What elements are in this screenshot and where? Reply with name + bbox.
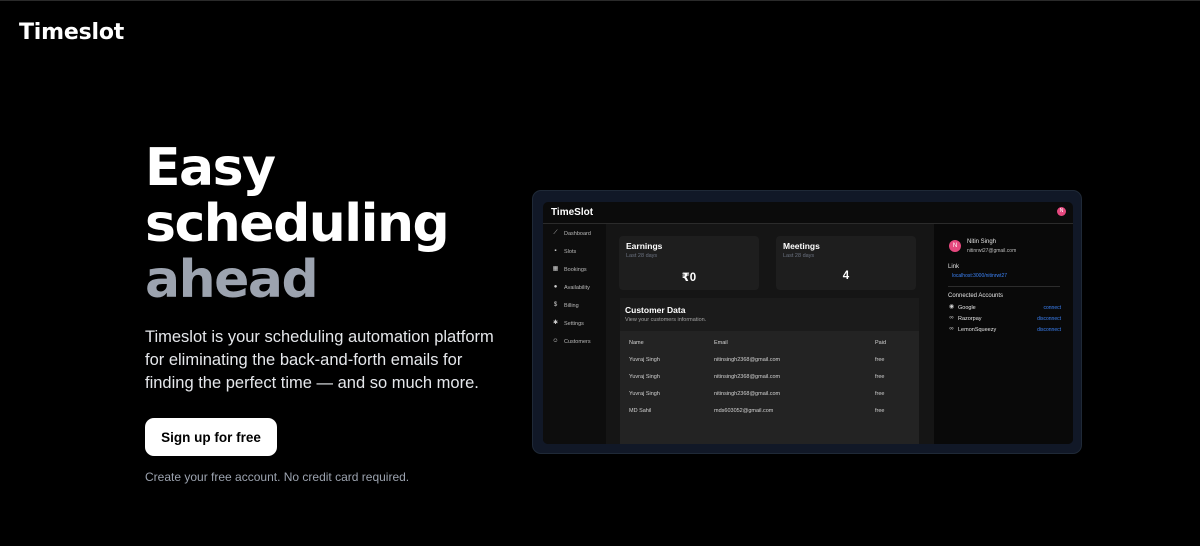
- card-value: ₹0: [681, 272, 697, 284]
- table-cell-email: nitinsingh2368@gmail.com: [714, 374, 781, 380]
- profile-email: nitinrwt27@gmail.com: [967, 248, 1017, 254]
- table-cell-name: Yuvraj Singh: [629, 391, 660, 397]
- google-icon: ◉: [948, 304, 955, 310]
- table-cell-paid: free: [875, 357, 885, 363]
- brand-logo[interactable]: Timeslot: [19, 20, 124, 45]
- table-cell-paid: free: [875, 408, 885, 414]
- table-cell-name: Yuvraj Singh: [629, 374, 660, 380]
- account-name: Razorpay: [958, 315, 982, 322]
- sidebar-item-availability: ● Availability: [552, 284, 590, 291]
- gear-icon: ✱: [552, 320, 559, 326]
- profile-link: localhost:3000/nitinrwt27: [952, 273, 1008, 279]
- chart-line-icon: ⟋: [553, 230, 558, 236]
- sidebar-item-customers: ☺ Customers: [552, 338, 591, 345]
- connected-accounts-label: Connected Accounts: [948, 293, 1004, 299]
- sidebar-item-label: Bookings: [564, 266, 587, 273]
- panel-title: Customer Data: [625, 305, 686, 315]
- panel-subtitle: View your customers information.: [625, 317, 707, 323]
- table-cell-name: Yuvraj Singh: [629, 357, 660, 363]
- sidebar-item-label: Settings: [564, 320, 584, 327]
- meetings-card: Meetings Last 28 days 4: [776, 236, 916, 290]
- sidebar-item-settings: ✱ Settings: [552, 320, 584, 327]
- signup-button[interactable]: Sign up for free: [145, 418, 277, 456]
- sidebar-item-label: Availability: [564, 284, 590, 291]
- column-header-name: Name: [629, 340, 644, 346]
- sidebar-item-slots: ▪ Slots: [552, 248, 576, 255]
- hero-description: Timeslot is your scheduling automation p…: [145, 328, 494, 392]
- customer-data-panel: Customer Data View your customers inform…: [620, 298, 919, 444]
- avatar: N: [1057, 207, 1066, 216]
- slots-icon: ▪: [554, 248, 557, 254]
- hero-title-line-muted: ahead: [145, 250, 319, 310]
- hero-title-line: scheduling: [145, 194, 450, 254]
- preview-topbar: TimeSlot N: [543, 202, 1073, 224]
- sidebar-item-label: Slots: [564, 248, 577, 255]
- sidebar-item-label: Billing: [564, 302, 579, 309]
- preview-screen: TimeSlot N ⟋ Dashboard ▪ Slots ▦ Booking…: [543, 202, 1073, 444]
- hero-title: Easy scheduling ahead: [145, 140, 505, 308]
- avatar: N: [949, 240, 961, 252]
- account-name: LemonSqueezy: [958, 326, 997, 333]
- clock-icon: ●: [553, 284, 558, 290]
- column-header-email: Email: [714, 340, 728, 346]
- disconnect-link: disconnect: [1037, 316, 1061, 322]
- earnings-card: Earnings Last 28 days ₹0: [619, 236, 759, 290]
- table-cell-email: nitinsingh2368@gmail.com: [714, 357, 781, 363]
- signup-note: Create your free account. No credit card…: [145, 470, 410, 484]
- profile-name: Nitin Singh: [967, 239, 997, 245]
- account-name: Google: [958, 304, 976, 311]
- sidebar-item-billing: $ Billing: [552, 302, 579, 309]
- preview-main: Earnings Last 28 days ₹0 Meetings Last 2…: [606, 224, 934, 444]
- preview-sidebar: ⟋ Dashboard ▪ Slots ▦ Bookings ● Availab…: [543, 224, 606, 444]
- table-cell-paid: free: [875, 374, 885, 380]
- column-header-paid: Paid: [875, 340, 887, 346]
- card-value: 4: [842, 270, 850, 282]
- account-row-razorpay: ∞ Razorpay: [948, 315, 982, 322]
- link-icon: ∞: [949, 326, 954, 332]
- card-title: Meetings: [783, 241, 820, 251]
- sidebar-item-label: Customers: [564, 338, 591, 345]
- card-subtitle: Last 28 days: [626, 253, 658, 259]
- table-cell-email: nitinsingh2368@gmail.com: [714, 391, 781, 397]
- account-row-google: ◉ Google: [948, 304, 976, 311]
- users-icon: ☺: [552, 338, 559, 344]
- customer-table: Name Email Paid Yuvraj Singh nitinsingh2…: [620, 331, 919, 444]
- disconnect-link: disconnect: [1037, 327, 1061, 333]
- card-subtitle: Last 28 days: [783, 253, 815, 259]
- link-label: Link: [948, 264, 960, 270]
- table-cell-paid: free: [875, 391, 885, 397]
- hero-section: Easy scheduling ahead Timeslot is your s…: [145, 140, 505, 395]
- link-icon: ∞: [949, 315, 954, 321]
- calendar-icon: ▦: [552, 266, 559, 272]
- preview-logo: TimeSlot: [551, 207, 594, 218]
- app-preview: TimeSlot N ⟋ Dashboard ▪ Slots ▦ Booking…: [532, 190, 1082, 454]
- account-row-lemonsqueezy: ∞ LemonSqueezy: [948, 326, 996, 333]
- connect-link: connect: [1043, 305, 1061, 311]
- dollar-icon: $: [553, 302, 558, 308]
- profile-pane: N Nitin Singh nitinrwt27@gmail.com Link …: [934, 224, 1073, 444]
- sidebar-item-label: Dashboard: [564, 230, 591, 237]
- divider: [948, 286, 1060, 287]
- table-cell-email: mds603052@gmail.com: [714, 408, 774, 414]
- sidebar-item-bookings: ▦ Bookings: [552, 266, 587, 273]
- table-cell-name: MD Sahil: [629, 408, 652, 414]
- sidebar-item-dashboard: ⟋ Dashboard: [552, 230, 591, 237]
- card-title: Earnings: [626, 241, 663, 251]
- hero-title-line: Easy: [145, 138, 276, 198]
- top-border: [0, 0, 1200, 1]
